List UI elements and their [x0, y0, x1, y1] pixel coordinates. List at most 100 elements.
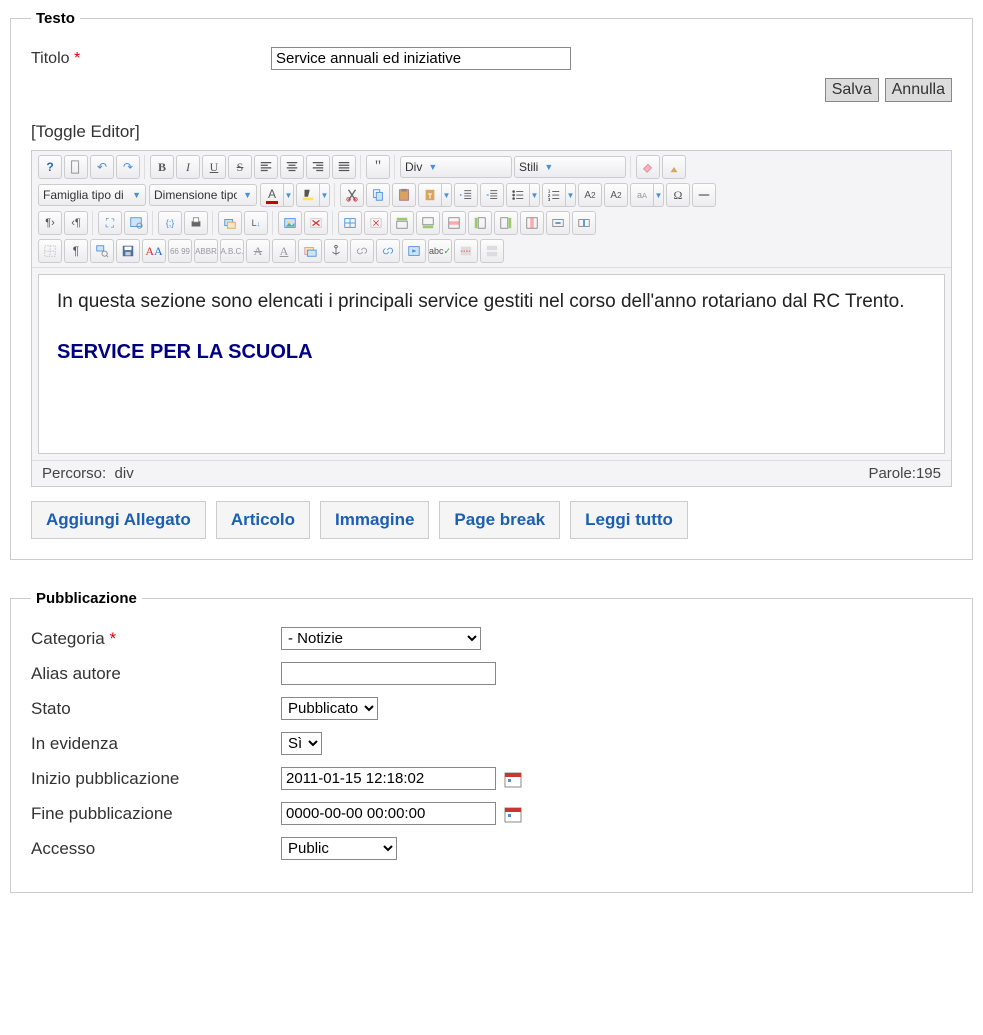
row-before-icon[interactable]: [390, 211, 414, 235]
print-icon[interactable]: [184, 211, 208, 235]
eraser-icon[interactable]: [636, 155, 660, 179]
show-chars-icon[interactable]: ¶: [64, 239, 88, 263]
abbr-icon[interactable]: ABBR: [194, 239, 218, 263]
outdent-icon[interactable]: [480, 183, 504, 207]
text-color-split[interactable]: A▼: [260, 183, 294, 207]
media-icon[interactable]: [402, 239, 426, 263]
aggiungi-allegato-button[interactable]: Aggiungi Allegato: [31, 501, 206, 539]
case-icon[interactable]: aA: [630, 183, 654, 207]
ordered-list-split[interactable]: 123▼: [542, 183, 576, 207]
styled-text-icon[interactable]: AA: [142, 239, 166, 263]
strikethrough-icon[interactable]: S: [228, 155, 252, 179]
styles-select[interactable]: Stili▼: [514, 156, 626, 178]
anchor-icon[interactable]: [324, 239, 348, 263]
paste-text-split[interactable]: T▼: [418, 183, 452, 207]
unordered-list-icon[interactable]: [506, 183, 530, 207]
alias-input[interactable]: [281, 662, 496, 685]
pubblicazione-legend: Pubblicazione: [31, 590, 142, 607]
fine-pub-input[interactable]: [281, 802, 496, 825]
fullscreen-icon[interactable]: ⛶: [98, 211, 122, 235]
inizio-pub-input[interactable]: [281, 767, 496, 790]
table-insert-icon[interactable]: [338, 211, 362, 235]
ins-icon[interactable]: A: [272, 239, 296, 263]
split-cells-icon[interactable]: [572, 211, 596, 235]
blockquote-icon[interactable]: ": [366, 155, 390, 179]
spellcheck-icon[interactable]: abc✓: [428, 239, 452, 263]
toggle-editor-link[interactable]: [Toggle Editor]: [31, 122, 952, 142]
align-right-icon[interactable]: [306, 155, 330, 179]
col-after-icon[interactable]: [494, 211, 518, 235]
readmore-icon[interactable]: [454, 239, 478, 263]
help-icon[interactable]: ?: [38, 155, 62, 179]
bold-icon[interactable]: B: [150, 155, 174, 179]
align-left-icon[interactable]: [254, 155, 278, 179]
page-break-button[interactable]: Page break: [439, 501, 560, 539]
format-block-select[interactable]: Div▼: [400, 156, 512, 178]
testo-fieldset: Testo Titolo * Salva Annulla [Toggle Edi…: [10, 10, 973, 560]
special-char-icon[interactable]: Ω: [666, 183, 690, 207]
row-after-icon[interactable]: [416, 211, 440, 235]
underline-icon[interactable]: U: [202, 155, 226, 179]
unordered-list-split[interactable]: ▼: [506, 183, 540, 207]
source-code-icon[interactable]: {;}: [158, 211, 182, 235]
layer-icon[interactable]: [218, 211, 242, 235]
leggi-tutto-button[interactable]: Leggi tutto: [570, 501, 688, 539]
subscript-icon[interactable]: A2: [578, 183, 602, 207]
paste-text-icon[interactable]: T: [418, 183, 442, 207]
save-content-icon[interactable]: [116, 239, 140, 263]
col-before-icon[interactable]: [468, 211, 492, 235]
pagebreak-icon[interactable]: [480, 239, 504, 263]
hr-icon[interactable]: [692, 183, 716, 207]
salva-button[interactable]: Salva: [825, 78, 879, 102]
acronym-icon[interactable]: A.B.C.: [220, 239, 244, 263]
editor-body[interactable]: In questa sezione sono elencati i princi…: [38, 274, 945, 454]
paste-icon[interactable]: [392, 183, 416, 207]
preview-icon[interactable]: [124, 211, 148, 235]
undo-icon[interactable]: ↶: [90, 155, 114, 179]
accesso-select[interactable]: Public: [281, 837, 397, 860]
indent-icon[interactable]: [454, 183, 478, 207]
copy-icon[interactable]: [366, 183, 390, 207]
articolo-button[interactable]: Articolo: [216, 501, 310, 539]
content-heading: SERVICE PER LA SCUOLA: [57, 338, 926, 366]
stato-select[interactable]: Pubblicato: [281, 697, 378, 720]
move-down-icon[interactable]: L↓: [244, 211, 268, 235]
superscript-icon[interactable]: A2: [604, 183, 628, 207]
table-delete-icon[interactable]: [364, 211, 388, 235]
annulla-button[interactable]: Annulla: [885, 78, 952, 102]
image-insert-icon[interactable]: [278, 211, 302, 235]
font-family-select[interactable]: Famiglia tipo di carattere▼: [38, 184, 146, 206]
calendar-icon[interactable]: [504, 770, 522, 788]
calendar-icon[interactable]: [504, 805, 522, 823]
cite-icon[interactable]: 66 99: [168, 239, 192, 263]
cleanup-icon[interactable]: [662, 155, 686, 179]
attributes-icon[interactable]: [298, 239, 322, 263]
image-delete-icon[interactable]: [304, 211, 328, 235]
visual-aid-icon[interactable]: [38, 239, 62, 263]
cut-icon[interactable]: [340, 183, 364, 207]
find-replace-icon[interactable]: [90, 239, 114, 263]
categoria-select[interactable]: - Notizie: [281, 627, 481, 650]
ltr-icon[interactable]: ¶›: [38, 211, 62, 235]
align-justify-icon[interactable]: [332, 155, 356, 179]
row-delete-icon[interactable]: [442, 211, 466, 235]
unlink-icon[interactable]: [350, 239, 374, 263]
new-document-icon[interactable]: [64, 155, 88, 179]
ordered-list-icon[interactable]: 123: [542, 183, 566, 207]
redo-icon[interactable]: ↷: [116, 155, 140, 179]
merge-cells-icon[interactable]: [546, 211, 570, 235]
highlight-icon[interactable]: [296, 183, 320, 207]
titolo-input[interactable]: [271, 47, 571, 70]
del-icon[interactable]: A: [246, 239, 270, 263]
highlight-color-split[interactable]: ▼: [296, 183, 330, 207]
italic-icon[interactable]: I: [176, 155, 200, 179]
align-center-icon[interactable]: [280, 155, 304, 179]
case-split[interactable]: aA▼: [630, 183, 664, 207]
immagine-button[interactable]: Immagine: [320, 501, 429, 539]
evidenza-select[interactable]: Sì: [281, 732, 322, 755]
col-delete-icon[interactable]: [520, 211, 544, 235]
link-icon[interactable]: [376, 239, 400, 263]
font-size-select[interactable]: Dimensione tipo di carattere▼: [149, 184, 257, 206]
text-color-icon[interactable]: A: [260, 183, 284, 207]
rtl-icon[interactable]: ‹¶: [64, 211, 88, 235]
